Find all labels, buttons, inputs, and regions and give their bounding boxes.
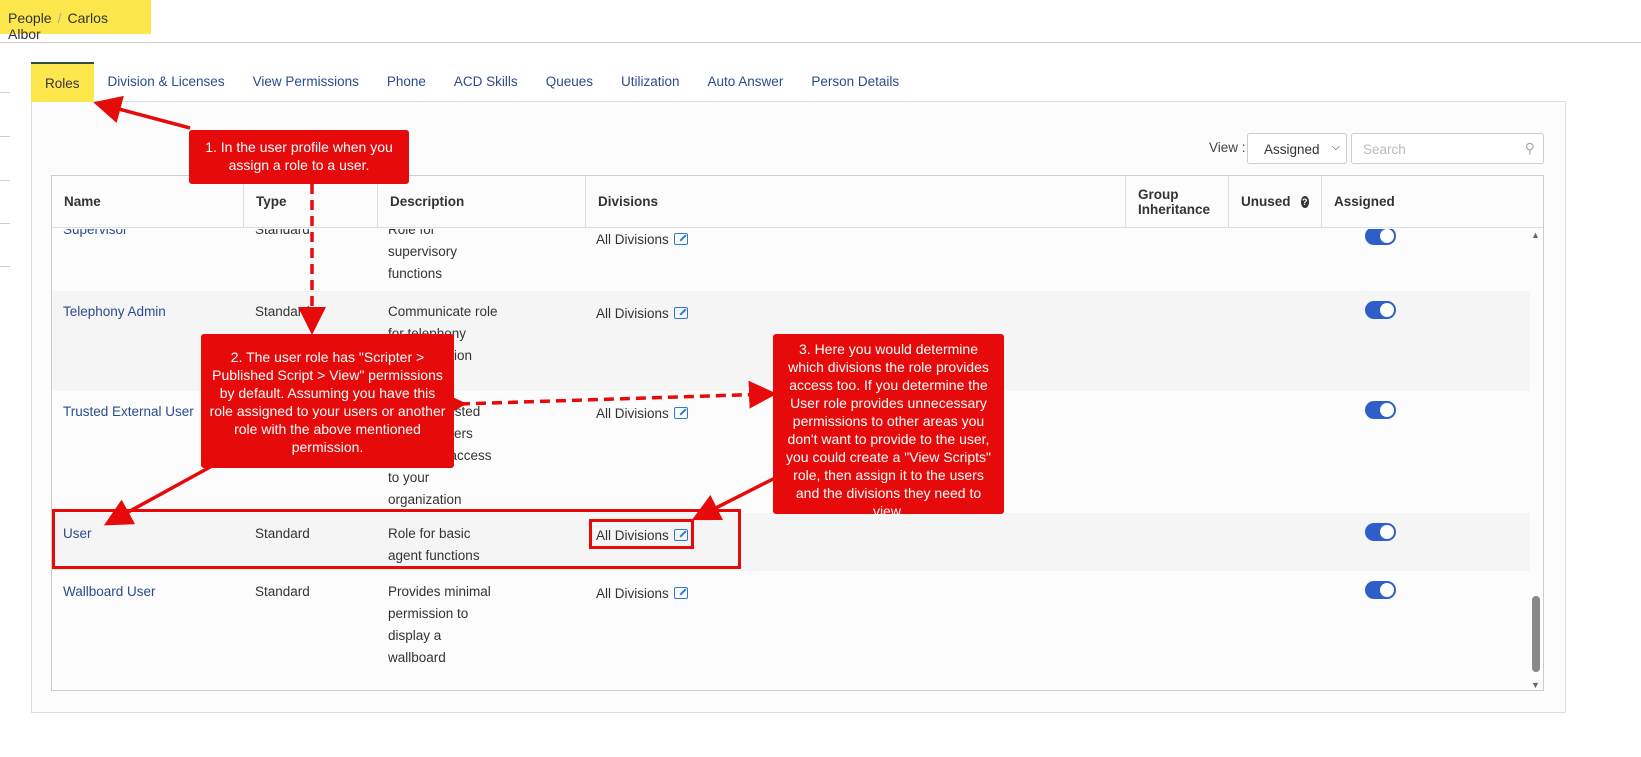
- divider: [0, 266, 10, 267]
- role-divisions: All Divisions: [596, 303, 688, 325]
- role-name-link[interactable]: Telephony Admin: [63, 301, 166, 323]
- breadcrumb: People / Carlos Albor: [0, 0, 151, 42]
- header-unused-label: Unused: [1241, 194, 1291, 209]
- role-type: Standard: [255, 584, 310, 599]
- tab-view-permissions[interactable]: View Permissions: [239, 62, 373, 102]
- role-divisions: All Divisions: [596, 229, 688, 251]
- tab-auto-answer[interactable]: Auto Answer: [694, 62, 798, 102]
- divider: [0, 136, 10, 137]
- edit-icon[interactable]: [673, 233, 688, 245]
- assigned-toggle[interactable]: [1365, 581, 1396, 599]
- divisions-text: All Divisions: [596, 586, 669, 601]
- view-label: View :: [1209, 140, 1246, 155]
- role-name-link[interactable]: Trusted External User: [63, 401, 194, 423]
- chevron-down-icon: ⌵: [1331, 141, 1340, 153]
- edit-icon[interactable]: [673, 587, 688, 599]
- divisions-text: All Divisions: [596, 306, 669, 321]
- scrollbar-thumb[interactable]: [1532, 596, 1540, 672]
- edit-icon[interactable]: [673, 407, 688, 419]
- search-input[interactable]: Search ⚲: [1351, 133, 1544, 164]
- tab-roles[interactable]: Roles: [31, 62, 94, 102]
- tab-phone[interactable]: Phone: [373, 62, 440, 102]
- assigned-toggle[interactable]: [1365, 401, 1396, 419]
- breadcrumb-people[interactable]: People: [8, 10, 52, 26]
- divisions-text: All Divisions: [596, 406, 669, 421]
- divider: [0, 180, 10, 181]
- view-select-value: Assigned: [1264, 142, 1320, 157]
- table-row: Wallboard User Standard Provides minimal…: [52, 571, 1530, 690]
- callout-2: 2. The user role has "Scripter > Publish…: [201, 334, 454, 468]
- assigned-toggle[interactable]: [1365, 229, 1396, 245]
- role-description: Provides minimal permission to display a…: [388, 584, 491, 665]
- role-name-link[interactable]: Supervisor: [63, 229, 128, 241]
- divider: [0, 42, 1641, 43]
- divisions-text: All Divisions: [596, 232, 669, 247]
- profile-tabs: Roles Division & Licenses View Permissio…: [31, 62, 913, 102]
- callout-1: 1. In the user profile when you assign a…: [189, 130, 409, 184]
- assigned-toggle[interactable]: [1365, 523, 1396, 541]
- divider: [0, 92, 10, 93]
- tab-utilization[interactable]: Utilization: [607, 62, 694, 102]
- help-icon[interactable]: ?: [1300, 195, 1309, 208]
- table-row: Supervisor Standard Role for supervisory…: [52, 229, 1530, 291]
- header-group-inheritance[interactable]: Group Inheritance: [1126, 176, 1229, 228]
- tab-acd-skills[interactable]: ACD Skills: [440, 62, 532, 102]
- divider: [0, 223, 10, 224]
- role-type: Standard: [255, 229, 310, 237]
- view-select[interactable]: Assigned ⌵: [1247, 133, 1347, 164]
- edit-icon[interactable]: [673, 307, 688, 319]
- header-assigned[interactable]: Assigned: [1322, 176, 1543, 228]
- tab-person-details[interactable]: Person Details: [797, 62, 913, 102]
- tab-queues[interactable]: Queues: [532, 62, 607, 102]
- header-unused[interactable]: Unused?: [1229, 176, 1322, 228]
- assigned-toggle[interactable]: [1365, 301, 1396, 319]
- header-divisions[interactable]: Divisions: [586, 176, 1126, 228]
- role-name-link[interactable]: Wallboard User: [63, 581, 156, 603]
- search-placeholder: Search: [1363, 142, 1406, 157]
- role-divisions: All Divisions: [596, 403, 688, 425]
- divisions-highlight: [589, 519, 694, 549]
- callout-3: 3. Here you would determine which divisi…: [773, 334, 1004, 519]
- search-icon: ⚲: [1524, 140, 1535, 156]
- role-divisions: All Divisions: [596, 583, 688, 605]
- role-description: Role for supervisory functions: [388, 229, 458, 281]
- role-type: Standard: [255, 304, 310, 319]
- tab-division-licenses[interactable]: Division & Licenses: [94, 62, 239, 102]
- header-description[interactable]: Description: [378, 176, 586, 228]
